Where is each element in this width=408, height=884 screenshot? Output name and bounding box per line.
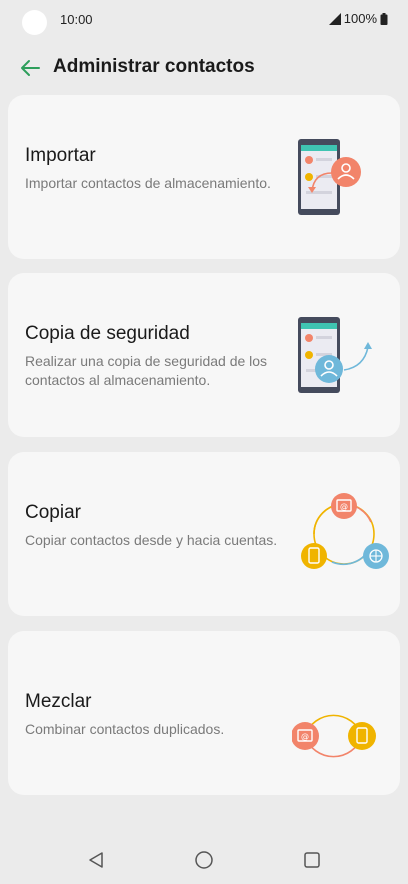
card-title: Importar: [25, 145, 96, 166]
back-button[interactable]: [16, 56, 44, 80]
nav-home-button[interactable]: [192, 848, 216, 872]
merge-option-card[interactable]: Mezclar Combinar contactos duplicados. @: [8, 631, 400, 795]
camera-cutout: [22, 10, 47, 35]
import-phone-icon: [292, 117, 392, 237]
merge-icon: @: [291, 653, 392, 773]
card-title: Mezclar: [25, 691, 92, 712]
battery-percent: 100%: [343, 11, 377, 26]
import-option-card[interactable]: Importar Importar contactos de almacenam…: [8, 95, 400, 259]
card-title: Copia de seguridad: [25, 323, 190, 344]
nav-home-icon: [195, 851, 213, 869]
arrow-left-icon: [21, 60, 40, 76]
backup-phone-icon: [292, 295, 392, 415]
app-header: Administrar contactos: [0, 48, 408, 88]
status-time: 10:00: [60, 12, 93, 27]
status-bar: 10:00 100%: [0, 0, 408, 40]
nav-recents-button[interactable]: [300, 848, 324, 872]
battery-icon: [380, 12, 388, 25]
nav-back-button[interactable]: [84, 848, 108, 872]
nav-recents-icon: [304, 852, 320, 868]
nav-back-icon: [89, 852, 103, 868]
page-title: Administrar contactos: [53, 56, 255, 77]
card-title: Copiar: [25, 502, 81, 523]
card-description: Combinar contactos duplicados.: [25, 721, 225, 737]
svg-text:@: @: [301, 732, 309, 741]
status-indicators: 100%: [328, 11, 388, 26]
card-description: Importar contactos de almacenamiento.: [25, 175, 271, 191]
card-description: Copiar contactos desde y hacia cuentas.: [25, 532, 278, 548]
backup-option-card[interactable]: Copia de seguridad Realizar una copia de…: [8, 273, 400, 437]
system-nav-bar: [0, 836, 408, 884]
copy-option-card[interactable]: Copiar Copiar contactos desde y hacia cu…: [8, 452, 400, 616]
signal-icon: [328, 12, 341, 25]
card-description: Realizar una copia de seguridad de los c…: [25, 353, 268, 388]
svg-text:@: @: [340, 502, 348, 511]
copy-cycle-icon: @: [292, 474, 392, 594]
